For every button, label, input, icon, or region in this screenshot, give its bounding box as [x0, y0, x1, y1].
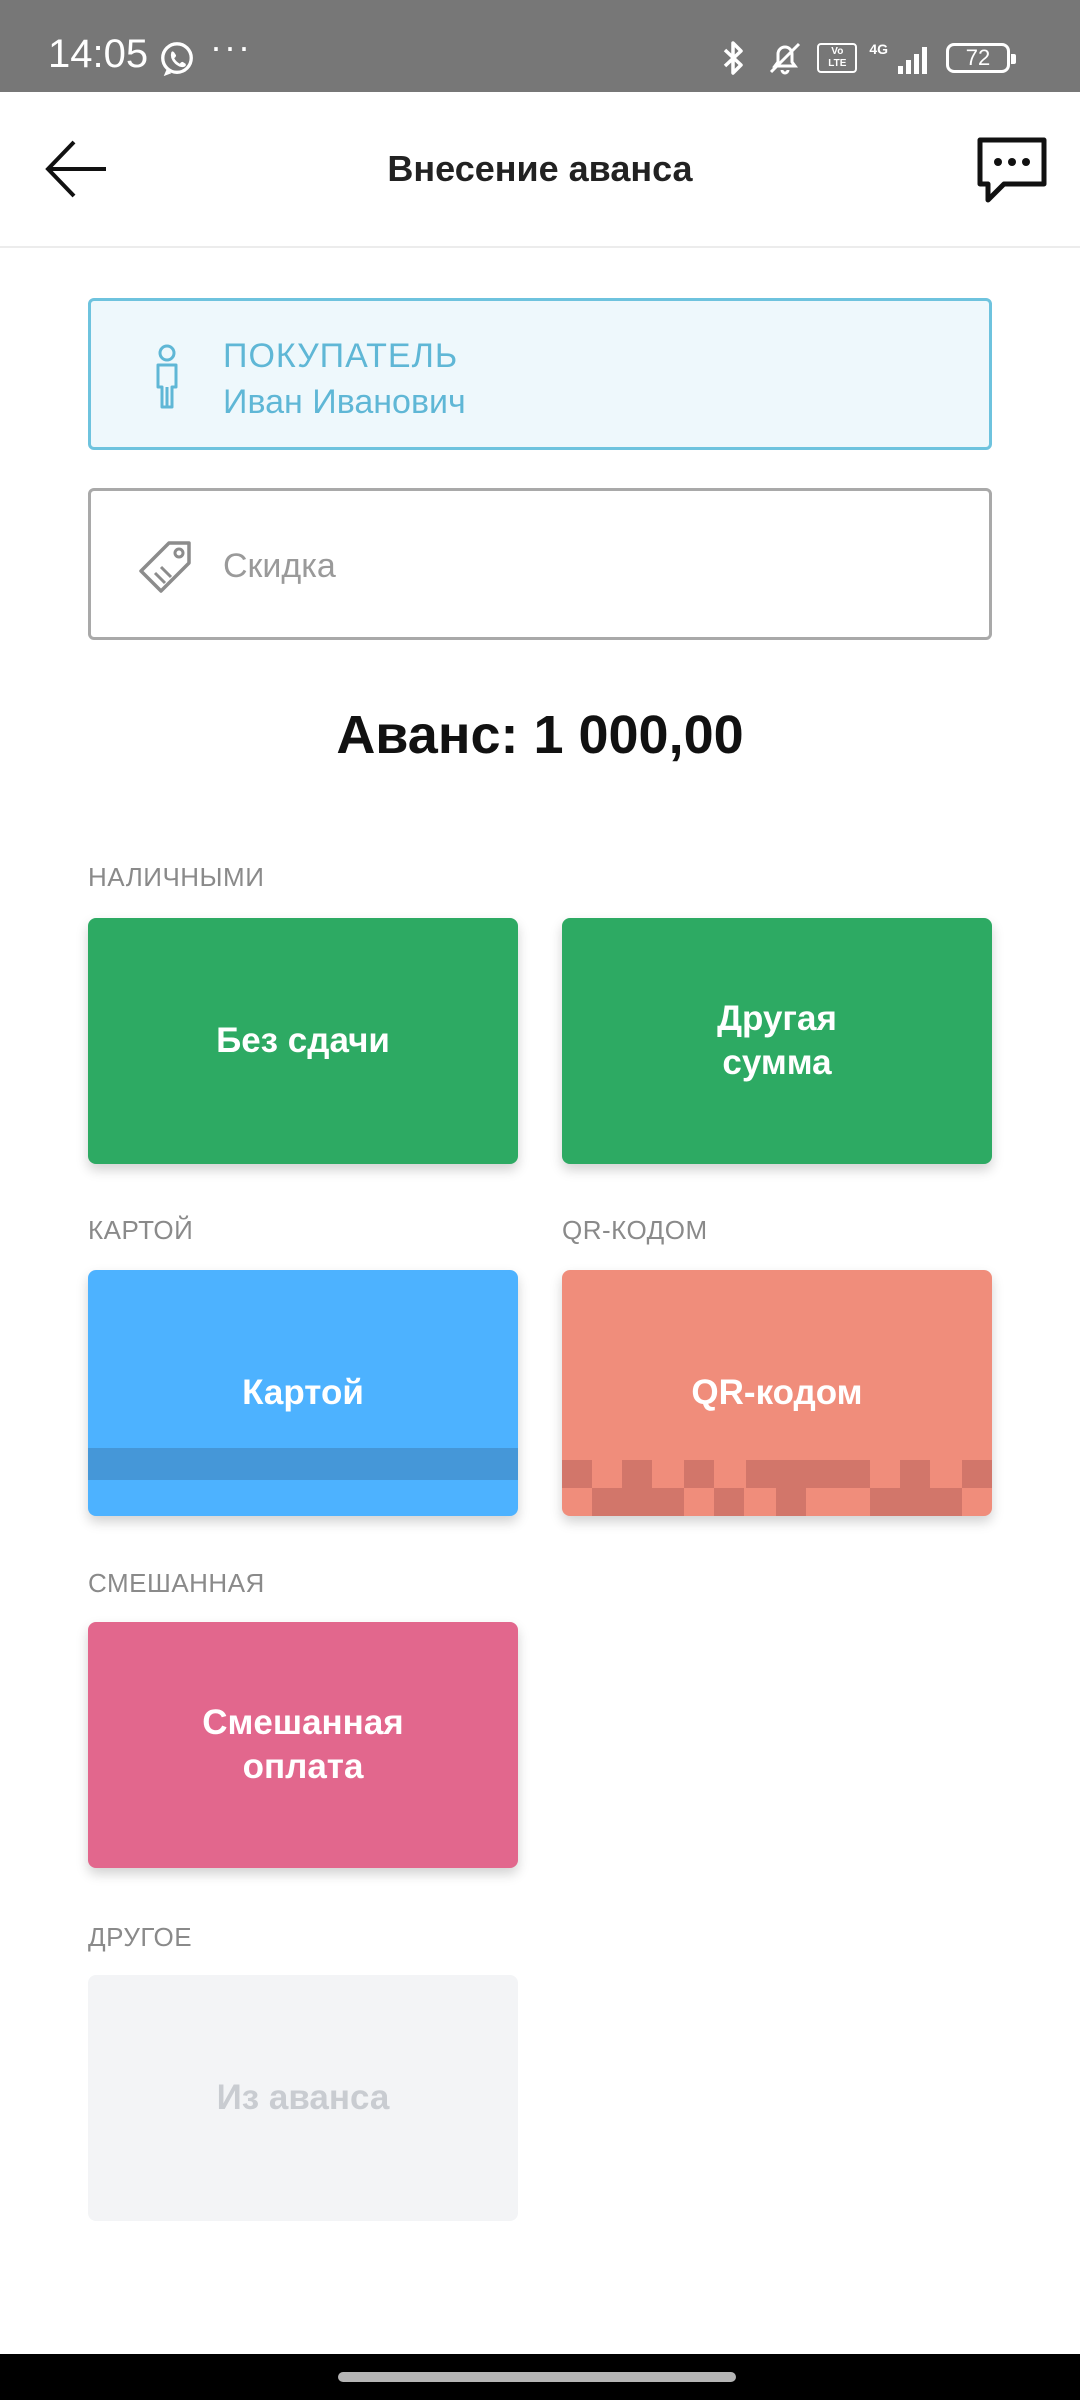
section-label-mixed: СМЕШАННАЯ	[88, 1568, 265, 1598]
status-time: 14:05	[48, 32, 149, 76]
signal-icon	[898, 47, 927, 74]
home-gesture-handle[interactable]	[338, 2372, 736, 2382]
discount-field[interactable]: Скидка	[88, 488, 992, 640]
network-type: 4G	[869, 41, 888, 57]
section-label-other: ДРУГОЕ	[88, 1922, 193, 1952]
buyer-field[interactable]: ПОКУПАТЕЛЬ Иван Иванович	[88, 298, 992, 450]
whatsapp-icon	[161, 42, 193, 77]
price-tag-icon	[139, 541, 191, 593]
mixed-pay-label: Смешанная оплата	[202, 1703, 404, 1786]
battery-icon: 72	[946, 43, 1016, 73]
other-amount-label: Другая сумма	[717, 999, 837, 1082]
qr-pay-label: QR-кодом	[691, 1373, 863, 1412]
buyer-label: ПОКУПАТЕЛЬ	[223, 337, 459, 375]
from-advance-label: Из аванса	[216, 2078, 390, 2117]
section-label-cash: НАЛИЧНЫМИ	[88, 862, 265, 892]
page-title: Внесение аванса	[387, 148, 693, 189]
section-label-card: КАРТОЙ	[88, 1215, 194, 1245]
discount-placeholder: Скидка	[223, 547, 336, 585]
card-pay-label: Картой	[242, 1373, 364, 1412]
qr-pattern-icon	[562, 1460, 992, 1516]
mixed-pay-button[interactable]: Смешанная оплата	[88, 1622, 518, 1868]
from-advance-button: Из аванса	[88, 1975, 518, 2221]
section-label-qr: QR-КОДОМ	[562, 1215, 708, 1245]
bluetooth-icon	[724, 41, 744, 75]
no-change-button[interactable]: Без сдачи	[88, 918, 518, 1164]
advance-amount: Аванс: 1 000,00	[336, 705, 744, 765]
system-nav-bar	[0, 2354, 1080, 2400]
qr-pay-button[interactable]: QR-кодом	[562, 1270, 992, 1516]
bell-muted-icon	[770, 42, 801, 75]
chat-bubble-icon[interactable]	[974, 134, 1050, 206]
status-bar: 14:05 ··· Vo LTE 4G 72	[0, 0, 1080, 92]
app-bar: Внесение аванса	[0, 92, 1080, 248]
volte-icon: Vo LTE	[817, 43, 858, 73]
battery-level: 72	[965, 45, 991, 70]
status-right-icons: Vo LTE 4G 72	[713, 36, 1016, 80]
buyer-name: Иван Иванович	[223, 383, 466, 421]
other-amount-button[interactable]: Другая сумма	[562, 918, 992, 1164]
status-more-icon: ···	[210, 26, 252, 67]
no-change-label: Без сдачи	[216, 1021, 390, 1060]
card-stripe	[88, 1448, 518, 1480]
person-icon	[156, 344, 178, 409]
card-pay-button[interactable]: Картой	[88, 1270, 518, 1516]
